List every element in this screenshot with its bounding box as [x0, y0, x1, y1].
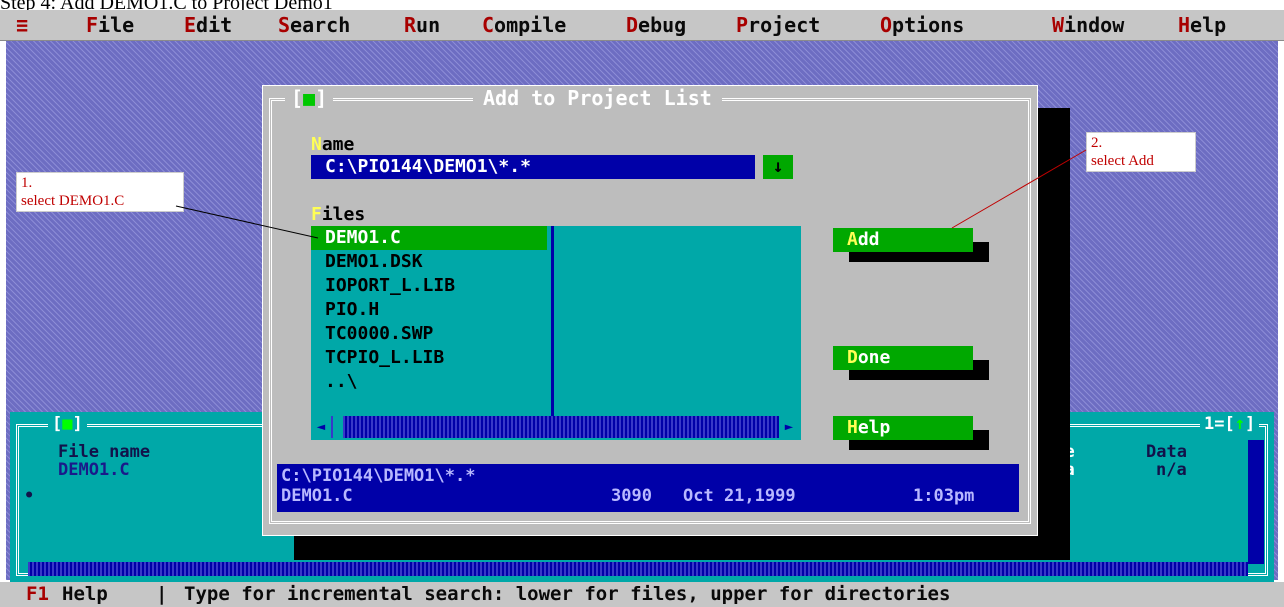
status-hint: Type for incremental search: lower for f…	[184, 583, 951, 605]
annotation-pointer-lines	[175, 149, 1087, 239]
status-bar: F1 Help | Type for incremental search: l…	[0, 582, 1284, 607]
help-key[interactable]: F1	[26, 583, 49, 605]
help-key-label[interactable]: Help	[62, 583, 108, 605]
annotation-line-1	[175, 205, 319, 239]
status-separator: |	[156, 583, 168, 605]
annotation-line-2	[951, 149, 1087, 229]
